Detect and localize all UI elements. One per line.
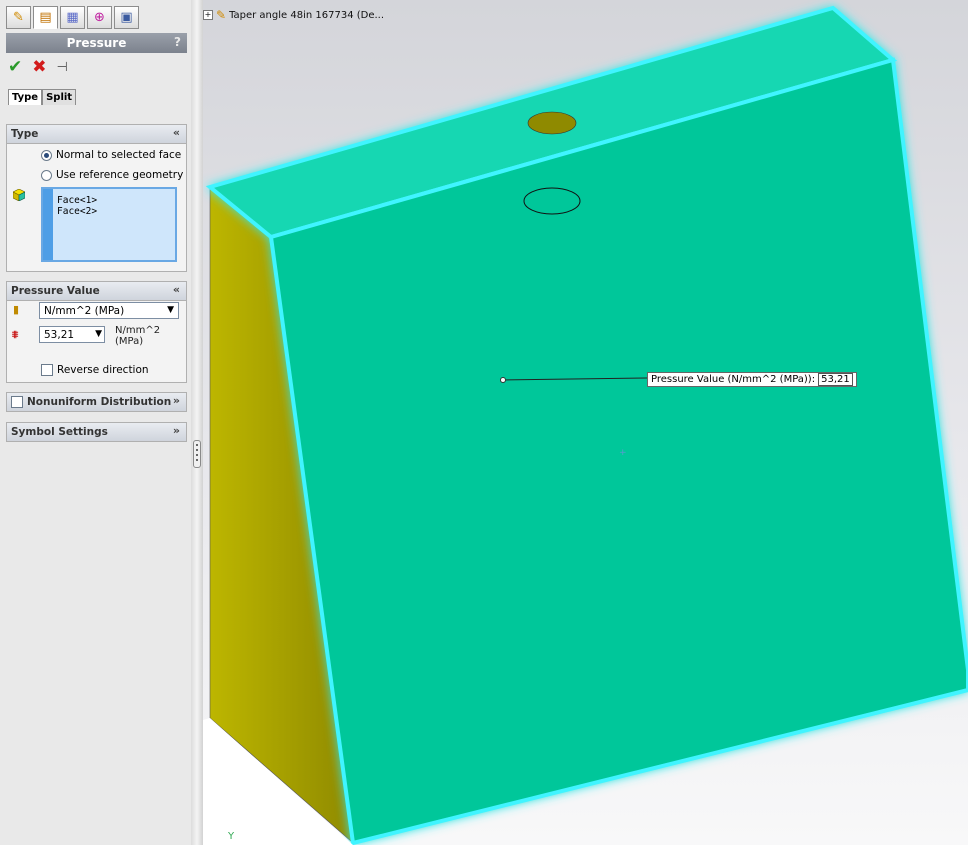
- pressure-callout[interactable]: Pressure Value (N/mm^2 (MPa)): 53,21: [647, 372, 857, 387]
- nonuniform-label: Nonuniform Distribution: [27, 396, 172, 408]
- nonuniform-checkbox[interactable]: [11, 396, 23, 408]
- nonuniform-header[interactable]: Nonuniform Distribution »: [7, 393, 186, 411]
- expand-plus-icon[interactable]: +: [203, 10, 213, 20]
- panel-tabs: Type Split: [8, 89, 77, 105]
- dropdown-arrow-icon[interactable]: ▼: [95, 329, 102, 339]
- expand-chevron-icon[interactable]: »: [173, 424, 180, 437]
- radio-reference-label: Use reference geometry: [56, 169, 184, 181]
- collapse-chevron-icon[interactable]: «: [173, 126, 180, 139]
- origin-marker: +: [619, 448, 627, 458]
- cancel-x-icon[interactable]: ✖: [32, 57, 46, 77]
- face-item-1[interactable]: Face<1>: [57, 195, 97, 206]
- checkbox-box: [41, 364, 53, 376]
- pushpin-icon[interactable]: ⊣: [57, 60, 68, 75]
- pressure-arrows-icon: ⩨: [12, 328, 19, 341]
- callout-label: Pressure Value (N/mm^2 (MPa)):: [651, 374, 816, 385]
- radio-unselected-icon: [41, 169, 52, 181]
- face-item-2[interactable]: Face<2>: [57, 206, 97, 217]
- face-selection-cube-icon: [13, 189, 25, 201]
- nonuniform-group: Nonuniform Distribution »: [6, 392, 187, 412]
- type-group-header[interactable]: Type «: [7, 125, 186, 144]
- units-ruler-icon: ▮: [13, 303, 20, 316]
- part-icon: ✎: [216, 8, 227, 22]
- graphics-viewport[interactable]: + + ✎ Taper angle 48in 167734 (De... Pre…: [203, 0, 968, 845]
- collapse-chevron-icon[interactable]: «: [173, 283, 180, 296]
- ok-checkmark-icon[interactable]: ✔: [8, 57, 22, 77]
- feature-tree-icon: ✎: [13, 10, 24, 25]
- tab-type[interactable]: Type: [8, 89, 43, 105]
- type-group: Type « Normal to selected face Use refer…: [6, 124, 187, 272]
- panel-title-text: Pressure: [66, 36, 127, 50]
- tree-root-label[interactable]: Taper angle 48in 167734 (De...: [229, 10, 384, 21]
- unit-line-1: N/mm^2: [115, 325, 161, 336]
- reverse-direction-checkbox[interactable]: Reverse direction: [41, 364, 149, 376]
- pressure-value-title: Pressure Value: [11, 285, 100, 297]
- config-icon: ▦: [66, 10, 79, 25]
- pressure-value-header[interactable]: Pressure Value «: [7, 282, 186, 301]
- top-hole[interactable]: [527, 111, 577, 135]
- callout-anchor-dot: [500, 377, 506, 383]
- faces-selection-box[interactable]: Face<1> Face<2>: [41, 187, 177, 262]
- property-manager-panel: ✎ ▤ ▦ ⊕ ▣ Pressure ? ✔ ✖ ⊣ Type Split Ty…: [0, 0, 192, 845]
- unit-line-2: (MPa): [115, 336, 144, 347]
- triad-y-axis-label: Y: [228, 831, 235, 842]
- dropdown-arrow-icon: ▼: [167, 305, 174, 315]
- radio-reference-geometry[interactable]: Use reference geometry: [41, 169, 183, 181]
- property-manager-tab[interactable]: ▤: [33, 6, 58, 29]
- expand-chevron-icon[interactable]: »: [173, 394, 180, 407]
- tab-split[interactable]: Split: [42, 89, 77, 105]
- symbol-settings-header[interactable]: Symbol Settings »: [7, 423, 186, 441]
- pressure-value-group: Pressure Value « ▮ N/mm^2 (MPa) ▼ ⩨ 53,2…: [6, 281, 187, 383]
- radio-normal-label: Normal to selected face: [56, 149, 182, 161]
- units-select[interactable]: N/mm^2 (MPa) ▼: [39, 302, 179, 319]
- type-group-title: Type: [11, 128, 39, 140]
- configuration-manager-tab[interactable]: ▦: [60, 6, 85, 29]
- feature-tree-root[interactable]: + ✎ Taper angle 48in 167734 (De...: [203, 8, 384, 22]
- help-icon[interactable]: ?: [174, 35, 181, 49]
- display-manager-tab[interactable]: ▣: [114, 6, 139, 29]
- manager-tabs: ✎ ▤ ▦ ⊕ ▣: [6, 6, 139, 30]
- crosshair-icon: ⊕: [94, 10, 105, 25]
- units-select-value: N/mm^2 (MPa): [44, 304, 125, 317]
- selection-box-accent: [43, 189, 53, 260]
- action-bar: ✔ ✖ ⊣: [8, 57, 68, 77]
- radio-selected-icon: [41, 149, 52, 161]
- panel-title: Pressure ?: [6, 33, 187, 53]
- reverse-direction-label: Reverse direction: [57, 364, 149, 376]
- dim-xpert-tab[interactable]: ⊕: [87, 6, 112, 29]
- pressure-value-text: 53,21: [44, 328, 75, 341]
- property-sheet-icon: ▤: [39, 10, 52, 25]
- model-view[interactable]: +: [203, 0, 968, 845]
- radio-normal-to-face[interactable]: Normal to selected face: [41, 149, 181, 161]
- feature-manager-tab[interactable]: ✎: [6, 6, 31, 29]
- pressure-unit-label: N/mm^2 (MPa): [115, 325, 175, 347]
- callout-value[interactable]: 53,21: [818, 373, 853, 386]
- symbol-settings-group: Symbol Settings »: [6, 422, 187, 442]
- splitter-grip-handle[interactable]: [193, 440, 201, 468]
- pressure-value-input[interactable]: 53,21 ▼: [39, 326, 105, 343]
- symbol-settings-label: Symbol Settings: [11, 426, 108, 438]
- display-grid-icon: ▣: [120, 10, 133, 25]
